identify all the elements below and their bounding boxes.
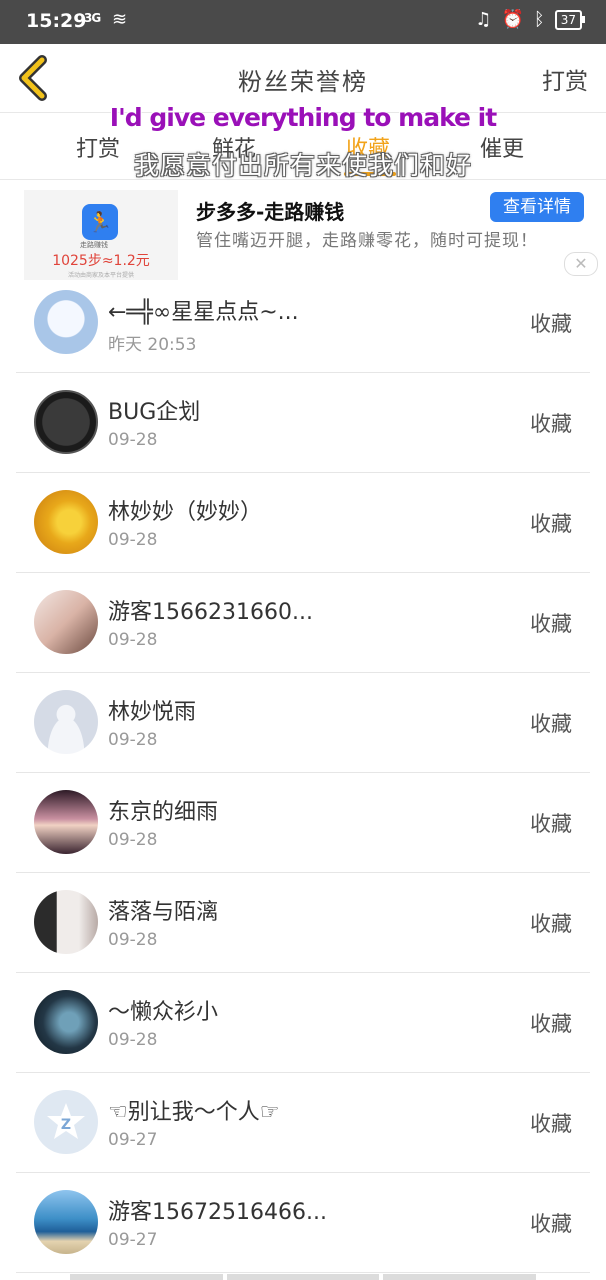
list-item[interactable]: 〜懒众衫小 09-28 收藏 — [16, 972, 590, 1073]
running-man-icon: 🏃 — [82, 204, 118, 240]
favorite-button[interactable]: 收藏 — [530, 608, 572, 638]
user-name: 游客15672516466... — [108, 1200, 327, 1225]
user-name: BUG企划 — [108, 400, 201, 425]
user-name: ☜别让我〜个人☞ — [108, 1100, 280, 1125]
ad-image[interactable]: 🏃 走路赚钱 1025步≈1.2元 活动由商家及本平台提供 — [24, 190, 178, 280]
battery-icon: 37 — [554, 9, 586, 30]
list-item[interactable]: BUG企划 09-28 收藏 — [16, 372, 590, 473]
avatar[interactable] — [34, 390, 98, 454]
list-item[interactable]: 游客156623166​0... 09-28 收藏 — [16, 572, 590, 673]
user-date: 09-28 — [108, 830, 158, 850]
subtitle-english: I'd give everything to make it — [109, 103, 497, 132]
page-title: 粉丝荣誉榜 — [238, 68, 368, 96]
mute-icon: ♫ — [475, 9, 492, 30]
alarm-icon: ⏰ — [501, 9, 524, 30]
avatar[interactable] — [34, 790, 98, 854]
avatar[interactable] — [34, 590, 98, 654]
favorite-button[interactable]: 收藏 — [530, 808, 572, 838]
list-item[interactable]: Z ☜别让我〜个人☞ 09-27 收藏 — [16, 1072, 590, 1173]
status-icons: ♫ ⏰ ᛒ 37 — [475, 9, 586, 30]
ad-details-button[interactable]: 查看详情 — [490, 192, 584, 222]
ad-image-price: 1025步≈1.2元 — [52, 253, 150, 269]
avatar[interactable] — [34, 290, 98, 354]
list-item[interactable]: ←═╬∞星星点点~... 昨天 20:53 收藏 — [16, 272, 590, 373]
ad-image-caption: 走路赚钱 — [80, 241, 108, 249]
subtitle-chinese: 我愿意付出所有来使我们和好 — [133, 151, 472, 180]
user-name: 游客156623166​0... — [108, 600, 313, 625]
favorite-button[interactable]: 收藏 — [530, 1208, 572, 1238]
favorite-button[interactable]: 收藏 — [530, 408, 572, 438]
user-date: 09-28 — [108, 630, 158, 650]
status-time: 15:29 — [26, 10, 87, 32]
ad-banner[interactable]: 🏃 走路赚钱 1025步≈1.2元 活动由商家及本平台提供 步多多-走路赚钱 查… — [0, 182, 606, 282]
user-date: 昨天 20:53 — [108, 335, 197, 355]
avatar[interactable]: Z — [34, 1090, 98, 1154]
user-date: 09-28 — [108, 530, 158, 550]
star-icon: Z — [47, 1103, 85, 1139]
ad-description: 管住嘴迈开腿，走路赚零花，随时可提现！ — [196, 231, 538, 251]
avatar[interactable] — [34, 1190, 98, 1254]
bluetooth-icon: ᛒ — [533, 9, 545, 30]
favorite-button[interactable]: 收藏 — [530, 1108, 572, 1138]
user-date: 09-27 — [108, 1230, 158, 1250]
svg-text:Z: Z — [61, 1117, 71, 1133]
favorite-button[interactable]: 收藏 — [530, 708, 572, 738]
reward-button[interactable]: 打赏 — [542, 62, 588, 96]
user-name: ←═╬∞星星点点~... — [108, 300, 299, 325]
user-name: 林妙悦雨 — [108, 700, 197, 725]
user-date: 09-27 — [108, 1130, 158, 1150]
wifi-icon: ≋ — [112, 9, 128, 30]
avatar[interactable] — [34, 890, 98, 954]
avatar[interactable] — [34, 490, 98, 554]
user-name: 落落与陌漓 — [108, 900, 219, 925]
list-item[interactable]: 林妙妙（妙妙） 09-28 收藏 — [16, 472, 590, 573]
favorite-button[interactable]: 收藏 — [530, 308, 572, 338]
user-date: 09-28 — [108, 1030, 158, 1050]
network-type: 3G — [84, 11, 101, 25]
list-item[interactable]: 落落与陌漓 09-28 收藏 — [16, 872, 590, 973]
user-date: 09-28 — [108, 930, 158, 950]
ad-title: 步多多-走路赚钱 — [196, 200, 345, 224]
user-date: 09-28 — [108, 430, 158, 450]
user-name: 〜懒众衫小 — [108, 1000, 219, 1025]
status-bar: 15:29 3G ≋ ♫ ⏰ ᛒ 37 — [0, 0, 606, 44]
user-name: 林妙妙（妙妙） — [108, 500, 263, 525]
list-item[interactable]: 东京的细雨 09-28 收藏 — [16, 772, 590, 873]
user-date: 09-28 — [108, 730, 158, 750]
avatar[interactable] — [34, 690, 98, 754]
favorite-button[interactable]: 收藏 — [530, 908, 572, 938]
favorite-button[interactable]: 收藏 — [530, 508, 572, 538]
avatar[interactable] — [34, 990, 98, 1054]
user-name: 东京的细雨 — [108, 800, 219, 825]
list-item[interactable]: 林妙悦雨 09-28 收藏 — [16, 672, 590, 773]
list-item[interactable]: 游客15672516466... 09-27 收藏 — [16, 1172, 590, 1273]
bottom-edge-decoration — [70, 1274, 537, 1280]
favorite-button[interactable]: 收藏 — [530, 1008, 572, 1038]
